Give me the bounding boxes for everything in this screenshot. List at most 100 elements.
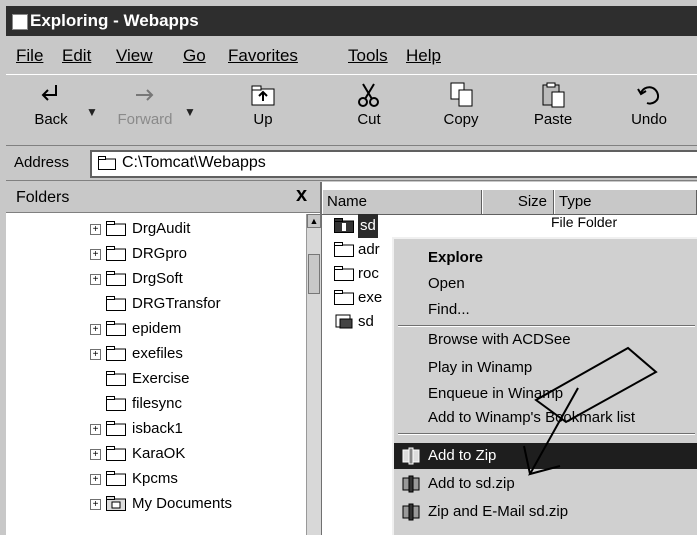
menu-item-label: Play in Winamp: [428, 359, 533, 376]
paste-button[interactable]: Paste: [518, 79, 588, 141]
close-icon[interactable]: x: [296, 184, 307, 207]
expand-toggle[interactable]: +: [90, 499, 101, 510]
copy-label: Copy: [443, 111, 479, 128]
menu-item-label: Find...: [428, 301, 470, 318]
menu-item-label: Zip and E-Mail sd.zip: [428, 503, 569, 520]
copy-button[interactable]: Copy: [426, 79, 496, 141]
address-input[interactable]: C:\Tomcat\Webapps: [90, 150, 697, 178]
menu-view[interactable]: View: [116, 46, 153, 66]
address-label: Address: [14, 154, 70, 171]
zip-file-icon: [335, 314, 353, 329]
expand-toggle[interactable]: +: [90, 324, 101, 335]
paste-clipboard-icon: [542, 82, 565, 108]
expand-toggle[interactable]: +: [90, 449, 101, 460]
explorer-app-icon: [12, 14, 28, 30]
folders-pane: Folders x + DrgAudit + DRGpro + DrgSoft …: [6, 182, 322, 535]
menu-file[interactable]: File: [16, 46, 43, 66]
file-type-value: File Folder: [551, 214, 618, 230]
back-label: Back: [34, 111, 68, 128]
folder-icon: [106, 346, 126, 361]
title-bar[interactable]: Exploring - Webapps: [6, 6, 697, 36]
undo-label: Undo: [631, 111, 667, 128]
scrollbar-thumb[interactable]: [308, 254, 320, 294]
up-folder-icon: [251, 85, 275, 106]
folder-icon: [106, 221, 126, 236]
expand-toggle[interactable]: +: [90, 249, 101, 260]
window-title: Exploring - Webapps: [30, 11, 199, 30]
folder-icon: [106, 421, 126, 436]
column-type[interactable]: Type: [554, 190, 697, 214]
column-name[interactable]: Name: [322, 190, 482, 214]
menu-item-label: Add to Zip: [428, 447, 497, 464]
menu-edit[interactable]: Edit: [62, 46, 91, 66]
menu-item-label: Browse with ACDSee: [428, 331, 571, 348]
up-label: Up: [253, 111, 273, 128]
tree-item-label: DrgAudit: [132, 220, 191, 237]
winzip-icon: [402, 447, 420, 465]
column-header-row: Name Size Type: [322, 190, 697, 215]
menu-item-add-winamp-bookmark[interactable]: Add to Winamp's Bookmark list: [394, 405, 697, 431]
folder-tree-scrollbar[interactable]: ▲: [306, 214, 321, 535]
menu-help[interactable]: Help: [406, 46, 441, 66]
expand-toggle[interactable]: +: [90, 274, 101, 285]
menu-go[interactable]: Go: [183, 46, 206, 66]
forward-dropdown-arrow-icon[interactable]: ▼: [184, 105, 196, 119]
expand-toggle[interactable]: +: [90, 349, 101, 360]
folder-icon: [106, 371, 126, 386]
tree-item-label: Kpcms: [132, 470, 178, 487]
back-dropdown-arrow-icon[interactable]: ▼: [86, 105, 98, 119]
menu-item-add-to-zip[interactable]: Add to Zip: [394, 443, 697, 469]
tree-item-label: filesync: [132, 395, 183, 412]
undo-button[interactable]: Undo: [614, 79, 684, 141]
file-name: sd: [358, 214, 378, 238]
back-arrow-icon: [41, 85, 57, 101]
folder-icon: [106, 246, 126, 261]
special-folder-icon: [106, 496, 126, 511]
menu-item-enqueue-winamp[interactable]: Enqueue in Winamp: [394, 381, 697, 407]
folder-tree: + DrgAudit + DRGpro + DrgSoft DRGTransfo…: [6, 214, 306, 535]
menu-item-open[interactable]: Open: [394, 271, 697, 297]
address-bar: Address C:\Tomcat\Webapps: [6, 146, 697, 181]
zip-folder-icon: [334, 218, 354, 233]
menu-item-zip-email[interactable]: Zip and E-Mail sd.zip: [394, 499, 697, 525]
menu-item-find[interactable]: Find...: [394, 297, 697, 323]
tree-item-label: exefiles: [132, 345, 183, 362]
folders-pane-header: Folders x: [6, 182, 320, 213]
folder-icon: [334, 242, 354, 257]
folders-title: Folders: [16, 189, 70, 206]
scroll-up-arrow-icon[interactable]: ▲: [307, 214, 321, 228]
menu-favorites[interactable]: Favorites: [228, 46, 298, 66]
winzip-icon: [402, 503, 420, 521]
menu-item-label: Add to sd.zip: [428, 475, 515, 492]
expand-toggle[interactable]: +: [90, 424, 101, 435]
forward-arrow-icon: [136, 89, 154, 101]
back-button[interactable]: Back: [16, 79, 86, 141]
tree-item-label: isback1: [132, 420, 183, 437]
forward-button[interactable]: Forward: [110, 79, 180, 141]
forward-label: Forward: [117, 111, 173, 128]
tree-item-label: Exercise: [132, 370, 190, 387]
menu-item-add-to-sd-zip[interactable]: Add to sd.zip: [394, 471, 697, 497]
expand-toggle[interactable]: +: [90, 224, 101, 235]
copy-icon: [450, 82, 473, 107]
folder-icon: [106, 471, 126, 486]
menu-item-explore[interactable]: Explore: [394, 245, 697, 271]
menu-item-play-winamp[interactable]: Play in Winamp: [394, 355, 697, 381]
cut-button[interactable]: Cut: [334, 79, 404, 141]
file-name: adr: [358, 241, 380, 258]
tree-item-label: DRGTransfor: [132, 295, 221, 312]
menu-item-browse-acdsee[interactable]: Browse with ACDSee: [394, 327, 697, 353]
file-name: roc: [358, 265, 379, 282]
address-path: C:\Tomcat\Webapps: [122, 154, 266, 171]
file-name: exe: [358, 289, 383, 306]
folder-icon: [106, 271, 126, 286]
menu-item-label: Explore: [428, 249, 484, 266]
folder-icon: [98, 156, 116, 170]
expand-toggle[interactable]: +: [90, 474, 101, 485]
menu-tools[interactable]: Tools: [348, 46, 388, 66]
undo-arrow-icon: [637, 86, 660, 105]
column-size[interactable]: Size: [482, 190, 554, 214]
tree-item-label: My Documents: [132, 495, 233, 512]
file-name: sd: [358, 313, 374, 330]
up-button[interactable]: Up: [228, 79, 298, 141]
